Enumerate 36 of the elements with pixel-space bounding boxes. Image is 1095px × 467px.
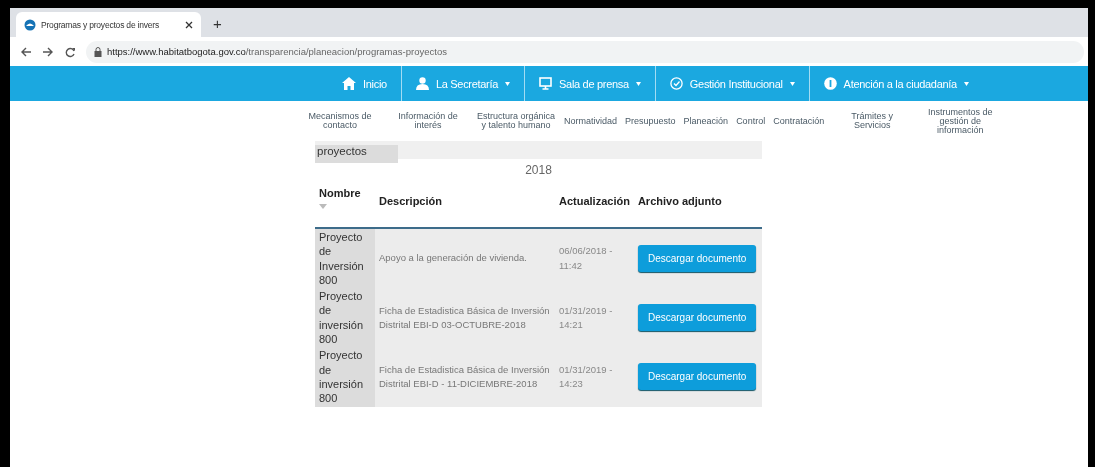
table-cell: 01/31/2019 - 14:23: [555, 347, 634, 407]
menu-link[interactable]: Información de interés: [388, 112, 468, 130]
address-field[interactable]: https://www.habitatbogota.gov.co/transparencia/planeacion/programas-proyectos: [86, 40, 1084, 63]
new-tab-button[interactable]: +: [213, 15, 222, 32]
menu-link[interactable]: Instrumentos de gestión de información: [920, 107, 1001, 135]
table-cell: Ficha de Estadistica Básica de Inversión Distrital EBI-D 03-OCTUBRE-2018: [375, 288, 555, 348]
site-icon: [24, 18, 36, 31]
menu-link[interactable]: Presupuesto: [625, 116, 676, 126]
menu-link[interactable]: Normatividad: [564, 116, 618, 126]
menu-link[interactable]: Estructura orgánica y talento humano: [476, 112, 556, 130]
person-icon: [415, 77, 429, 90]
table-cell: 01/31/2019 - 14:21: [555, 288, 634, 348]
reload-icon[interactable]: [64, 45, 76, 58]
section-label: proyectos: [315, 145, 398, 163]
forward-icon[interactable]: [42, 45, 54, 58]
table-cell: Proyecto de Inversión 800: [315, 228, 375, 289]
lock-icon: [94, 46, 102, 57]
table-cell: Apoyo a la generación de vivienda.: [375, 228, 555, 289]
home-icon: [342, 77, 356, 90]
menu-link[interactable]: Contratación: [773, 116, 825, 126]
check-circle-icon: [669, 77, 683, 90]
menu-link[interactable]: Planeación: [683, 116, 729, 126]
browser-tab[interactable]: Programas y proyectos de invers: [16, 12, 201, 37]
table-cell: Ficha de Estadistica Básica de Inversión Distrital EBI-D - 11-DICIEMBRE-2018: [375, 347, 555, 407]
table-cell: Proyecto de inversión 800: [315, 288, 375, 348]
table-cell: Proyecto de inversión 800: [315, 347, 375, 407]
table-cell: 06/06/2018 - 11:42: [555, 228, 634, 289]
back-icon[interactable]: [20, 45, 32, 58]
menu-link[interactable]: Trámites y Servicios: [832, 112, 913, 130]
sort-icon: [319, 204, 327, 209]
monitor-icon: [539, 77, 553, 90]
close-icon[interactable]: [185, 20, 193, 29]
menu-link[interactable]: Control: [736, 116, 766, 126]
info-icon: [823, 77, 837, 90]
menu-link[interactable]: Mecanismos de contacto: [300, 112, 380, 130]
year-caption: 2018: [524, 163, 553, 177]
